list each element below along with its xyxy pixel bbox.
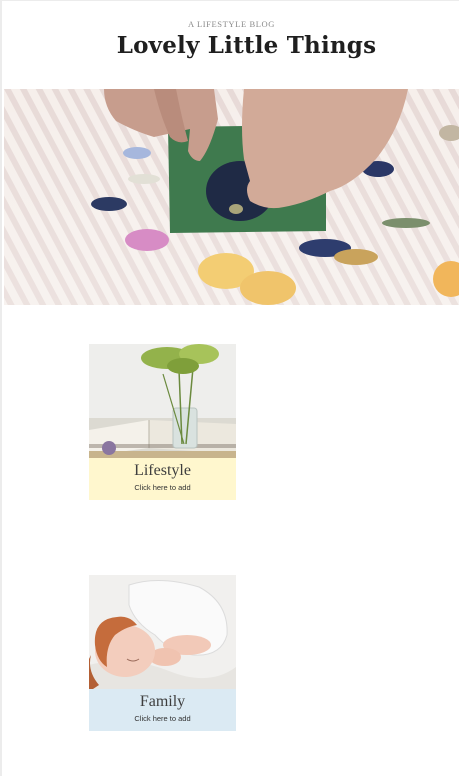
add-link[interactable]: Click here to add <box>89 482 236 494</box>
site-tagline: A LIFESTYLE BLOG <box>187 19 276 29</box>
page: A LIFESTYLE BLOG Lovely Little Things Li… <box>0 0 459 776</box>
flower-vase-illustration <box>89 344 236 458</box>
hero-image <box>4 89 459 305</box>
card-title[interactable]: Family <box>89 691 236 713</box>
family-caption: Family Click here to add <box>89 689 236 731</box>
sleeping-child-illustration <box>89 575 236 689</box>
category-card-family[interactable]: Family Click here to add <box>89 575 236 731</box>
card-title[interactable]: Lifestyle <box>89 460 236 482</box>
family-photo[interactable] <box>89 575 236 689</box>
add-link[interactable]: Click here to add <box>89 713 236 725</box>
lifestyle-photo[interactable] <box>89 344 236 458</box>
lifestyle-caption: Lifestyle Click here to add <box>89 458 236 500</box>
category-card-lifestyle[interactable]: Lifestyle Click here to add <box>89 344 236 500</box>
site-title[interactable]: Lovely Little Things <box>2 32 459 59</box>
hero-photo-illustration <box>4 89 459 305</box>
